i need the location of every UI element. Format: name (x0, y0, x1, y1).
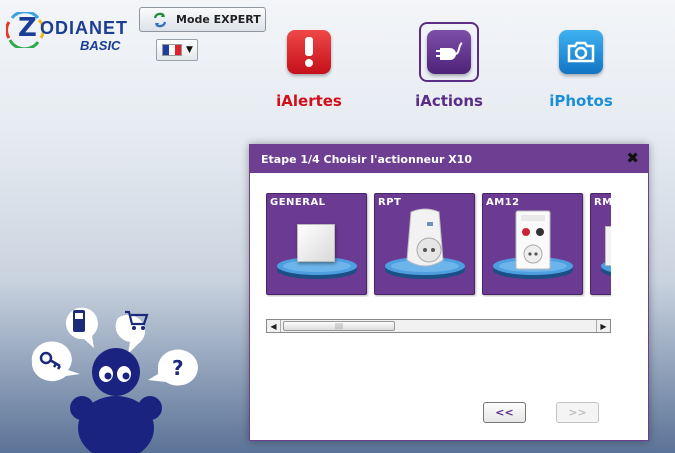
scroll-thumb[interactable]: |||| (283, 321, 395, 331)
chevron-down-icon: ▼ (186, 45, 193, 55)
dialog-title: Etape 1/4 Choisir l'actionneur X10 (261, 152, 472, 166)
card-title: RPT (378, 197, 402, 208)
question-bubble: ? (148, 349, 198, 386)
nav-iphotos-label: iPhotos (549, 92, 613, 110)
card-title: RMA (594, 197, 611, 208)
logo-name: ODIANET (40, 18, 128, 38)
repeater-plug-icon (406, 208, 444, 267)
plug-icon (427, 30, 471, 74)
carousel-scrollbar[interactable]: ◀ |||| ▶ (266, 319, 611, 333)
generic-module-icon (297, 224, 335, 262)
mascot-illustration: ? (31, 307, 198, 453)
nav-iactions[interactable]: iActions (404, 22, 494, 110)
french-flag-icon (162, 44, 182, 56)
question-icon: ? (172, 356, 184, 380)
actuator-card-general[interactable]: GENERAL (266, 193, 367, 295)
card-title: AM12 (486, 197, 520, 208)
actuator-card-rpt[interactable]: RPT (374, 193, 475, 295)
actuator-wizard-dialog: Etape 1/4 Choisir l'actionneur X10 ✖ GEN… (249, 144, 649, 441)
iactions-tile (419, 22, 479, 82)
previous-button[interactable]: << (483, 402, 526, 423)
mode-expert-label: Mode EXPERT (176, 13, 261, 26)
appliance-module-icon (515, 210, 551, 270)
refresh-arrows-icon (153, 12, 167, 27)
ialertes-tile (279, 22, 339, 82)
mascot-body (70, 348, 162, 453)
scroll-left-arrow[interactable]: ◀ (267, 320, 281, 332)
nav-iactions-label: iActions (415, 92, 483, 110)
next-button[interactable]: >> (556, 402, 599, 423)
phone-bubble (65, 307, 98, 348)
module-icon (605, 226, 611, 266)
actuator-carousel: GENERAL RPT AM12 R (266, 193, 611, 297)
language-select[interactable]: ▼ (156, 39, 198, 61)
scroll-right-arrow[interactable]: ▶ (596, 320, 610, 332)
logo-letter: Z (18, 13, 37, 43)
actuator-card-am12[interactable]: AM12 (482, 193, 583, 295)
phone-icon (73, 310, 85, 332)
logo-edition: BASIC (80, 38, 121, 53)
cart-bubble (115, 310, 149, 354)
mode-expert-button[interactable]: Mode EXPERT (139, 7, 266, 32)
actuator-card-rma[interactable]: RMA (590, 193, 611, 295)
card-title: GENERAL (270, 197, 326, 208)
zodianet-logo: Z ODIANET BASIC (6, 8, 133, 54)
nav-ialertes-label: iAlertes (276, 92, 342, 110)
iphotos-tile (551, 22, 611, 82)
key-bubble (31, 341, 80, 382)
camera-icon (559, 30, 603, 74)
nav-ialertes[interactable]: iAlertes (264, 22, 354, 110)
close-icon[interactable]: ✖ (626, 150, 639, 166)
nav-iphotos[interactable]: iPhotos (536, 22, 626, 110)
exclamation-icon (287, 30, 331, 74)
dialog-header: Etape 1/4 Choisir l'actionneur X10 ✖ (250, 145, 648, 173)
